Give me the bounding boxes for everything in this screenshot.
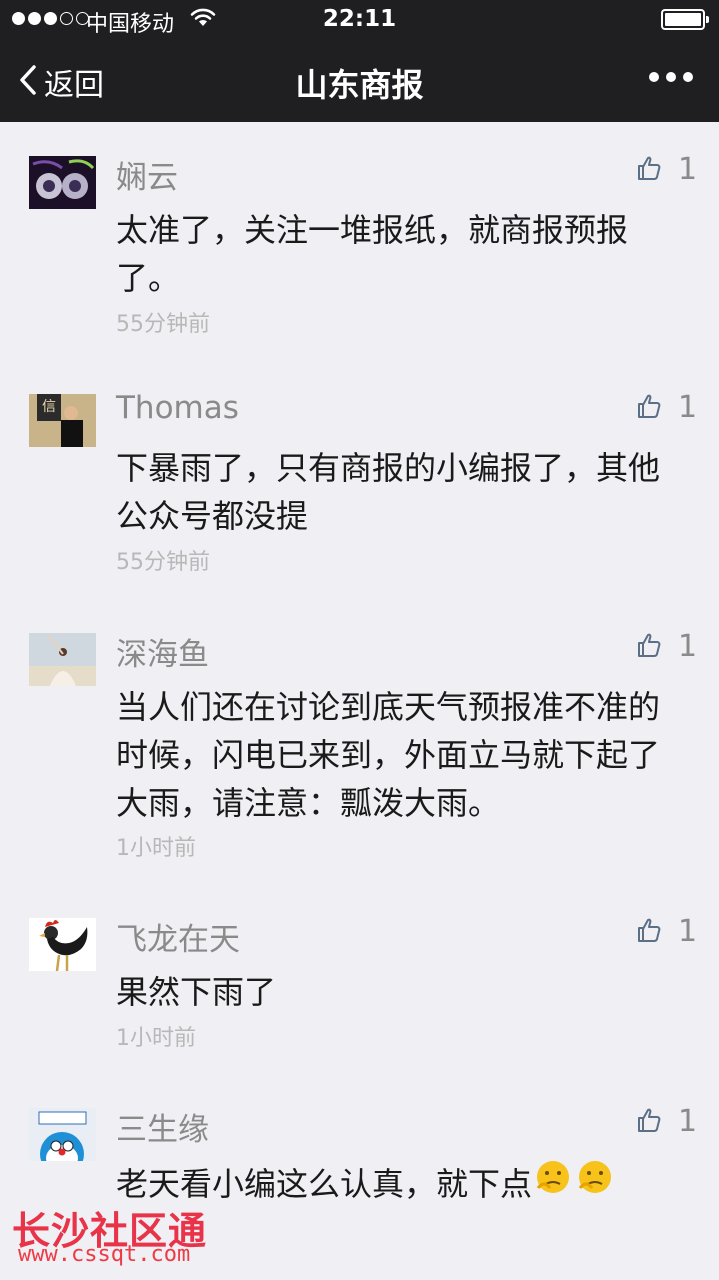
comment-text: 果然下雨了 bbox=[116, 973, 277, 1011]
commenter-name: 娴云 bbox=[116, 160, 178, 196]
like-button[interactable]: 1 bbox=[636, 152, 697, 187]
nav-bar: 返回 山东商报 bbox=[0, 40, 719, 122]
comment-text: 太准了，关注一堆报纸，就商报预报了。 bbox=[116, 211, 629, 297]
commenter-name: 三生缘 bbox=[116, 1112, 209, 1148]
comment-time: 55分钟前 bbox=[116, 550, 210, 575]
more-options-icon[interactable] bbox=[649, 72, 693, 82]
thumbs-up-icon bbox=[636, 917, 662, 947]
commenter-name: 飞龙在天 bbox=[116, 922, 240, 958]
like-button[interactable]: 1 bbox=[636, 390, 697, 425]
like-count: 1 bbox=[678, 629, 698, 664]
commenter-name: 深海鱼 bbox=[116, 637, 209, 673]
comment-time: 1小时前 bbox=[116, 1026, 196, 1051]
thumbs-up-icon bbox=[636, 155, 662, 185]
svg-text:信: 信 bbox=[42, 399, 56, 415]
like-button[interactable]: 1 bbox=[636, 914, 697, 949]
thinking-emoji-icon bbox=[534, 1158, 572, 1209]
thumbs-up-icon bbox=[636, 393, 662, 423]
avatar[interactable] bbox=[29, 156, 96, 209]
avatar[interactable] bbox=[29, 1108, 96, 1161]
thumbs-up-icon bbox=[636, 632, 662, 662]
like-count: 1 bbox=[678, 1104, 698, 1139]
avatar[interactable] bbox=[29, 633, 96, 686]
like-count: 1 bbox=[678, 914, 698, 949]
comment-item: 娴云 1 太准了，关注一堆报纸，就商报预报了。 55分钟前 bbox=[0, 152, 719, 356]
comment-time: 1小时前 bbox=[116, 836, 196, 861]
thinking-emoji-icon bbox=[576, 1158, 614, 1209]
like-button[interactable]: 1 bbox=[636, 1104, 697, 1139]
commenter-name: Thomas bbox=[116, 390, 239, 426]
page-title: 山东商报 bbox=[295, 66, 424, 104]
like-count: 1 bbox=[678, 152, 698, 187]
avatar[interactable] bbox=[29, 918, 96, 971]
status-time: 22:11 bbox=[322, 6, 397, 32]
battery-icon bbox=[661, 9, 709, 30]
thumbs-up-icon bbox=[636, 1107, 662, 1137]
comment-item: 飞龙在天 1 果然下雨了 1小时前 bbox=[0, 914, 719, 1058]
like-button[interactable]: 1 bbox=[636, 629, 697, 664]
comment-time: 55分钟前 bbox=[116, 312, 210, 337]
watermark-url: www.cssqt.com bbox=[18, 1242, 191, 1267]
comment-item: 信 Thomas 1 下暴雨了，只有商报的小编报了，其他公众号都没提 55分钟前 bbox=[0, 390, 719, 594]
comment-item: 深海鱼 1 当人们还在讨论到底天气预报准不准的时候，闪电已来到，外面立马就下起了… bbox=[0, 629, 719, 873]
comment-text: 下暴雨了，只有商报的小编报了，其他公众号都没提 bbox=[116, 449, 661, 535]
like-count: 1 bbox=[678, 390, 698, 425]
avatar[interactable]: 信 bbox=[29, 394, 96, 447]
status-bar: 中国移动 22:11 bbox=[0, 0, 719, 40]
comment-text: 当人们还在讨论到底天气预报准不准的时候，闪电已来到，外面立马就下起了大雨，请注意… bbox=[116, 688, 661, 822]
